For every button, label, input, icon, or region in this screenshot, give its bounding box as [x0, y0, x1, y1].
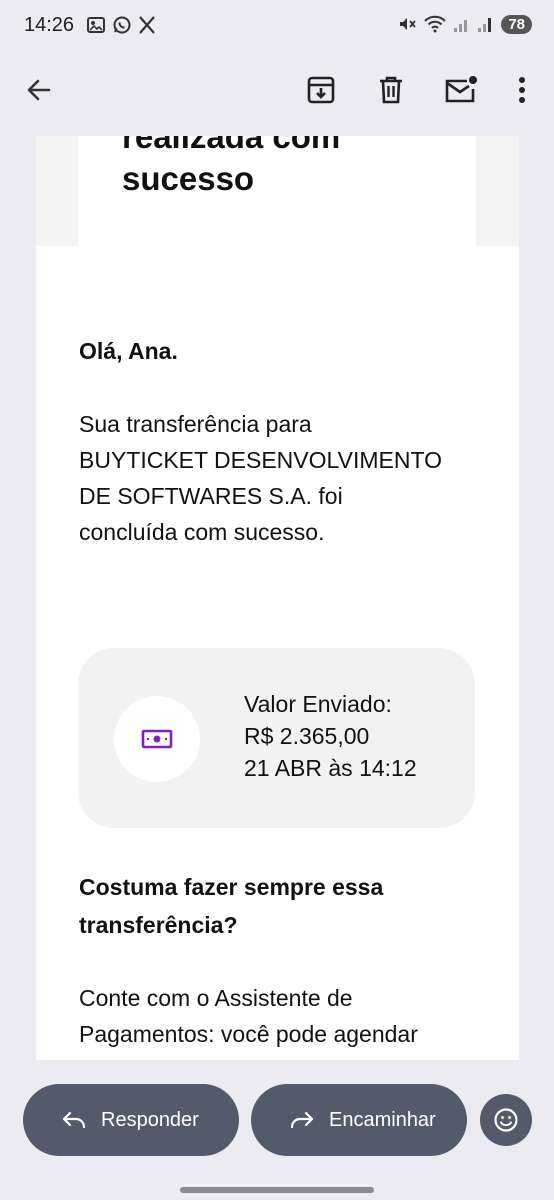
- transfer-message: Sua transferência para BUYTICKET DESENVO…: [79, 406, 479, 550]
- archive-icon: [307, 76, 335, 104]
- reply-button[interactable]: Responder: [23, 1084, 239, 1156]
- gallery-notification-icon: [87, 17, 105, 33]
- arrow-left-icon: [27, 79, 51, 101]
- home-gesture-bar[interactable]: [180, 1187, 374, 1193]
- transfer-datetime: 21 ABR às 14:12: [244, 755, 417, 781]
- transfer-details: Valor Enviado: R$ 2.365,00 21 ABR às 14:…: [244, 688, 417, 784]
- transfer-summary-card: Valor Enviado: R$ 2.365,00 21 ABR às 14:…: [78, 648, 475, 828]
- reply-label: Responder: [101, 1108, 199, 1131]
- mail-unread-icon: [445, 76, 477, 103]
- greeting: Olá, Ana.: [79, 338, 178, 364]
- recurring-question-line: Costuma fazer sempre essa: [79, 874, 384, 900]
- amount-label: Valor Enviado:: [244, 691, 392, 717]
- notification-icons: [86, 15, 156, 35]
- amount-value: R$ 2.365,00: [244, 723, 370, 749]
- x-notification-icon: [139, 16, 155, 34]
- wifi-icon: [424, 15, 447, 33]
- money-icon-badge: [114, 696, 200, 782]
- hero-title-line-1: realizada com: [122, 136, 341, 155]
- assistant-message-line: Pagamentos: você pode agendar: [79, 1021, 418, 1047]
- signal-icon-1: [454, 20, 468, 32]
- more-options-button[interactable]: [498, 66, 546, 114]
- transfer-message-line: Sua transferência para: [79, 411, 312, 437]
- signal-icon-2: [478, 18, 492, 32]
- assistant-message: Conte com o Assistente de Pagamentos: vo…: [79, 980, 499, 1052]
- forward-icon: [290, 1111, 314, 1129]
- forward-button[interactable]: Encaminhar: [251, 1084, 467, 1156]
- whatsapp-notification-icon: [113, 16, 131, 34]
- email-toolbar: [0, 52, 554, 136]
- mark-unread-button[interactable]: [437, 66, 485, 114]
- recurring-question-line: transferência?: [79, 912, 238, 938]
- delete-button[interactable]: [367, 66, 415, 114]
- money-icon: [141, 729, 173, 749]
- assistant-message-line: Conte com o Assistente de: [79, 985, 353, 1011]
- forward-label: Encaminhar: [329, 1108, 436, 1131]
- battery-indicator: 78: [501, 14, 532, 34]
- system-icons: 78: [397, 14, 532, 34]
- back-button[interactable]: [15, 66, 63, 114]
- hero-title: realizada com sucesso: [122, 136, 482, 200]
- transfer-message-line: BUYTICKET DESENVOLVIMENTO: [79, 447, 442, 473]
- hero-title-line-2: sucesso: [122, 160, 255, 197]
- recurring-question: Costuma fazer sempre essa transferência?: [79, 868, 439, 944]
- status-time: 14:26: [24, 14, 75, 36]
- transfer-message-line: concluída com sucesso.: [79, 519, 325, 545]
- email-body: realizada com sucesso Olá, Ana. Sua tran…: [36, 136, 519, 1060]
- smiley-icon: [494, 1108, 518, 1132]
- reply-action-bar: Responder Encaminhar: [0, 1060, 554, 1200]
- trash-icon: [380, 76, 402, 104]
- mute-icon: [400, 18, 417, 30]
- more-vertical-icon: [519, 77, 525, 103]
- emoji-reaction-button[interactable]: [480, 1094, 532, 1146]
- status-bar: 14:26 78: [0, 0, 554, 52]
- reply-icon: [62, 1111, 86, 1129]
- transfer-message-line: DE SOFTWARES S.A. foi: [79, 483, 343, 509]
- archive-button[interactable]: [297, 66, 345, 114]
